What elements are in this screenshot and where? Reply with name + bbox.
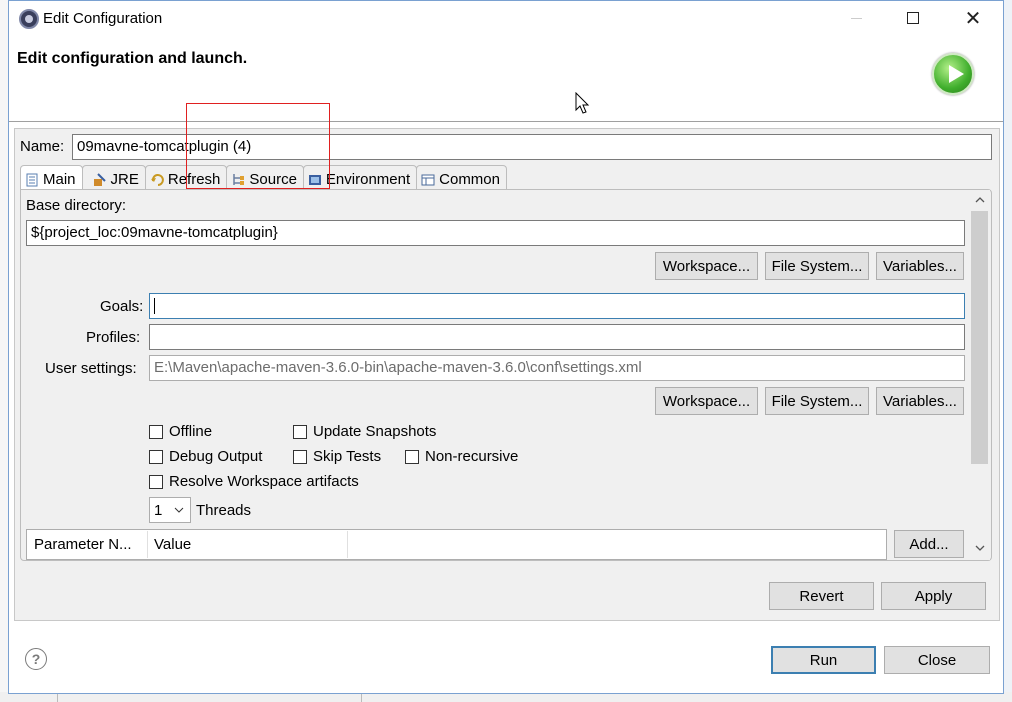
user-settings-input[interactable]: E:\Maven\apache-maven-3.6.0-bin\apache-m… bbox=[149, 355, 965, 381]
name-label: Name: bbox=[20, 138, 65, 155]
chevron-down-icon bbox=[174, 507, 184, 513]
header-title: Edit configuration and launch. bbox=[17, 50, 248, 67]
header-separator bbox=[9, 121, 1003, 122]
threads-value: 1 bbox=[154, 501, 163, 519]
add-parameter-button[interactable]: Add... bbox=[894, 530, 964, 558]
skip-tests-checkbox[interactable]: Skip Tests bbox=[293, 448, 381, 465]
checkbox-label: Non-recursive bbox=[425, 448, 519, 465]
update-snapshots-checkbox[interactable]: Update Snapshots bbox=[293, 423, 436, 440]
settings-workspace-button[interactable]: Workspace... bbox=[655, 387, 758, 415]
base-variables-button[interactable]: Variables... bbox=[876, 252, 964, 280]
base-directory-label: Base directory: bbox=[26, 197, 127, 214]
close-button[interactable]: Close bbox=[884, 646, 990, 674]
chevron-up-icon bbox=[975, 197, 984, 203]
threads-label: Threads bbox=[196, 502, 252, 519]
profiles-label: Profiles: bbox=[86, 329, 141, 346]
tab-label: JRE bbox=[110, 171, 139, 188]
jre-icon bbox=[93, 172, 107, 187]
common-icon bbox=[421, 173, 435, 187]
goals-label: Goals: bbox=[100, 298, 144, 315]
tab-main[interactable]: Main bbox=[20, 165, 83, 190]
column-header-value[interactable]: Value bbox=[147, 529, 347, 559]
tab-label: Environment bbox=[325, 171, 411, 188]
column-header-parameter-name[interactable]: Parameter N... bbox=[27, 529, 147, 559]
base-directory-input[interactable]: ${project_loc:09mavne-tomcatplugin} bbox=[26, 220, 965, 246]
offline-checkbox[interactable]: Offline bbox=[149, 423, 212, 440]
checkbox-label: Offline bbox=[169, 423, 213, 440]
checkbox-box[interactable] bbox=[293, 449, 307, 464]
non-recursive-checkbox[interactable]: Non-recursive bbox=[405, 448, 518, 465]
main-tab-icon bbox=[25, 173, 39, 187]
highlight-box bbox=[186, 103, 330, 189]
run-button[interactable]: Run bbox=[771, 646, 876, 674]
close-icon: ✕ bbox=[964, 7, 982, 30]
debug-output-checkbox[interactable]: Debug Output bbox=[149, 448, 262, 465]
mouse-cursor-icon bbox=[575, 92, 590, 114]
eclipse-app-icon bbox=[19, 9, 39, 29]
goals-input[interactable] bbox=[149, 293, 965, 319]
checkbox-label: Debug Output bbox=[169, 448, 263, 465]
settings-variables-button[interactable]: Variables... bbox=[876, 387, 964, 415]
minimize-icon bbox=[850, 17, 862, 19]
profiles-input[interactable] bbox=[149, 324, 965, 350]
apply-button[interactable]: Apply bbox=[881, 582, 986, 610]
threads-select[interactable]: 1 bbox=[149, 497, 191, 523]
column-divider[interactable] bbox=[347, 531, 348, 558]
checkbox-box[interactable] bbox=[293, 424, 307, 439]
checkbox-box[interactable] bbox=[405, 449, 419, 464]
close-window-button[interactable]: ✕ bbox=[950, 1, 996, 35]
tab-common[interactable]: Common bbox=[416, 165, 507, 190]
resolve-workspace-checkbox[interactable]: Resolve Workspace artifacts bbox=[149, 473, 359, 490]
text-caret bbox=[154, 298, 155, 315]
launch-run-icon bbox=[932, 53, 974, 95]
checkbox-box[interactable] bbox=[149, 449, 163, 464]
checkbox-box[interactable] bbox=[149, 424, 163, 439]
base-filesystem-button[interactable]: File System... bbox=[765, 252, 869, 280]
scrollbar-thumb[interactable] bbox=[971, 211, 988, 464]
scroll-up-button[interactable] bbox=[969, 190, 990, 210]
checkbox-label: Skip Tests bbox=[313, 448, 382, 465]
tab-label: Main bbox=[43, 171, 76, 188]
revert-button[interactable]: Revert bbox=[769, 582, 874, 610]
chevron-down-icon bbox=[975, 545, 984, 551]
window-title: Edit Configuration bbox=[43, 10, 163, 27]
user-settings-label: User settings: bbox=[45, 360, 137, 377]
background-app-right-edge bbox=[1004, 0, 1012, 702]
tab-jre[interactable]: JRE bbox=[81, 165, 146, 190]
checkbox-label: Resolve Workspace artifacts bbox=[169, 473, 359, 490]
checkbox-box[interactable] bbox=[149, 474, 163, 489]
scroll-down-button[interactable] bbox=[969, 538, 990, 558]
base-workspace-button[interactable]: Workspace... bbox=[655, 252, 758, 280]
help-icon[interactable]: ? bbox=[25, 648, 47, 670]
settings-filesystem-button[interactable]: File System... bbox=[765, 387, 869, 415]
maximize-button[interactable] bbox=[890, 1, 936, 35]
minimize-button[interactable] bbox=[833, 1, 879, 35]
refresh-icon bbox=[150, 173, 164, 187]
maximize-icon bbox=[907, 12, 919, 24]
checkbox-label: Update Snapshots bbox=[313, 423, 437, 440]
tab-label: Common bbox=[439, 171, 500, 188]
